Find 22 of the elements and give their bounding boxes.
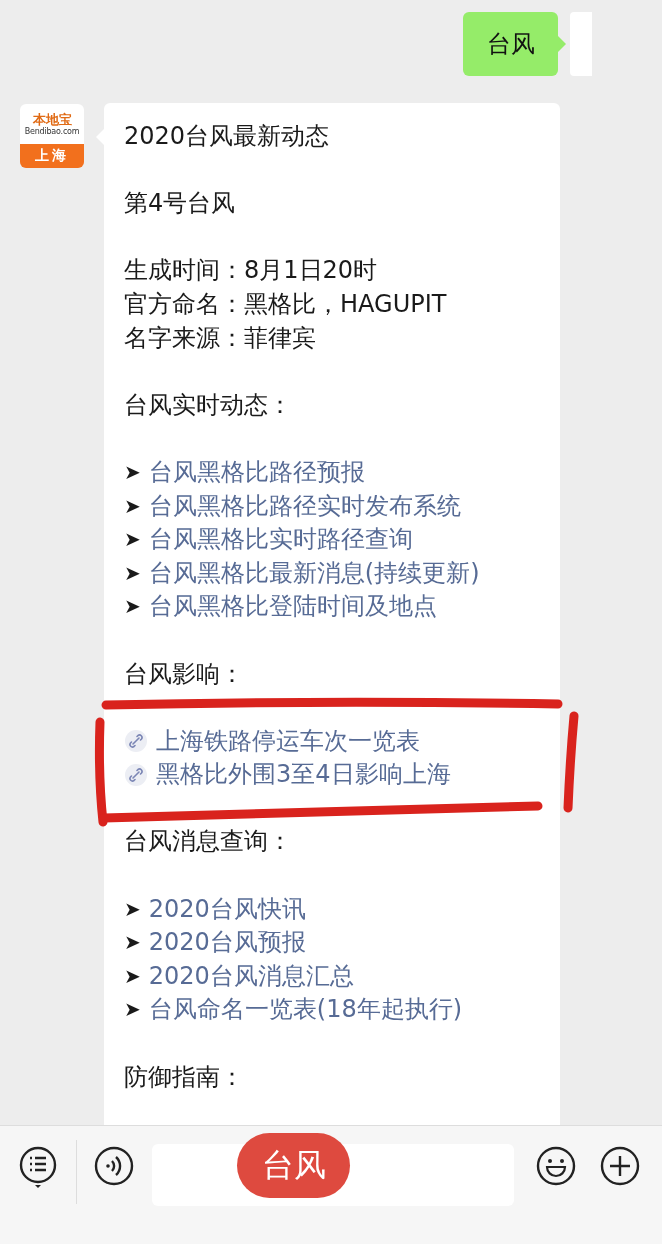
message-text: 防御指南： — [124, 1061, 245, 1093]
arrow-bullet: ➤ — [124, 996, 141, 1024]
message-text: 2020台风最新动态 — [124, 121, 331, 152]
message-text: 台风影响： — [124, 658, 245, 690]
arrow-bullet: ➤ — [124, 962, 141, 990]
site-name: Bendibao.com — [24, 126, 80, 137]
arrow-bullet: ➤ — [124, 593, 141, 621]
message-text: 第4号台风 — [124, 188, 237, 220]
arrow-bullet: ➤ — [124, 458, 141, 486]
arrow-bullet: ➤ — [124, 492, 141, 520]
message-text: 生成时间：8月1日20时 — [124, 255, 379, 287]
message-text: 名字来源：菲律宾 — [124, 322, 317, 354]
arrow-bullet: ➤ — [124, 895, 141, 923]
message-text: 台风消息查询： — [124, 826, 293, 858]
arrow-bullet: ➤ — [124, 559, 141, 587]
brand-name: 本地宝 — [32, 111, 72, 127]
message-text: 台风实时动态： — [124, 389, 293, 421]
city-name: 上海 — [35, 147, 69, 165]
sent-message-bubble: 台风 — [463, 12, 558, 76]
arrow-bullet: ➤ — [124, 929, 141, 957]
message-text: 官方命名：黑格比，HAGUPIT — [124, 288, 448, 320]
arrow-bullet: ➤ — [124, 526, 141, 554]
